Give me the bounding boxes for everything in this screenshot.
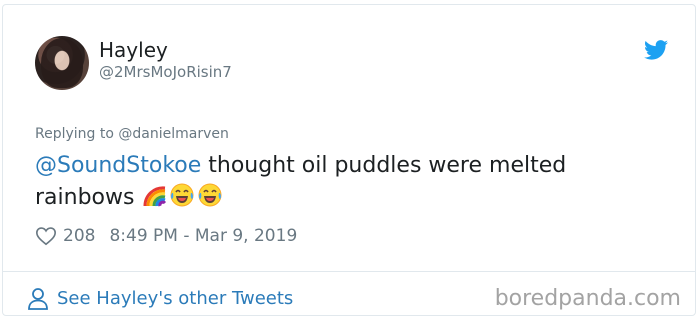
see-other-tweets-label[interactable]: See Hayley's other Tweets [57,287,293,311]
tweet-meta: 208 8:49 PM - Mar 9, 2019 [35,224,297,248]
person-icon [28,288,48,310]
avatar[interactable] [35,36,89,90]
tweet-text-line2: rainbows [35,185,142,210]
display-name[interactable]: Hayley [99,38,168,62]
tweet-text-line1: thought oil puddles were melted [201,153,567,178]
watermark: boredpanda.com [494,286,681,311]
heart-icon[interactable] [35,225,57,247]
user-handle[interactable]: @2MrsMoJoRisin7 [99,63,232,81]
like-count[interactable]: 208 [63,224,95,248]
divider [3,271,695,272]
replying-to[interactable]: Replying to @danielmarven [35,126,229,142]
tweet-card: Hayley @2MrsMoJoRisin7 Replying to @dani… [2,4,696,316]
see-other-tweets-link[interactable]: See Hayley's other Tweets [27,287,293,311]
tweet-text: @SoundStokoe thought oil puddles were me… [35,150,655,218]
timestamp[interactable]: 8:49 PM - Mar 9, 2019 [109,224,297,248]
twitter-bird-icon[interactable] [644,40,668,60]
rainbow-emoji [143,184,167,218]
mention-link[interactable]: @SoundStokoe [35,153,201,178]
tears-of-joy-emoji [197,182,223,218]
avatar-photo [41,38,83,88]
tears-of-joy-emoji [169,182,195,218]
